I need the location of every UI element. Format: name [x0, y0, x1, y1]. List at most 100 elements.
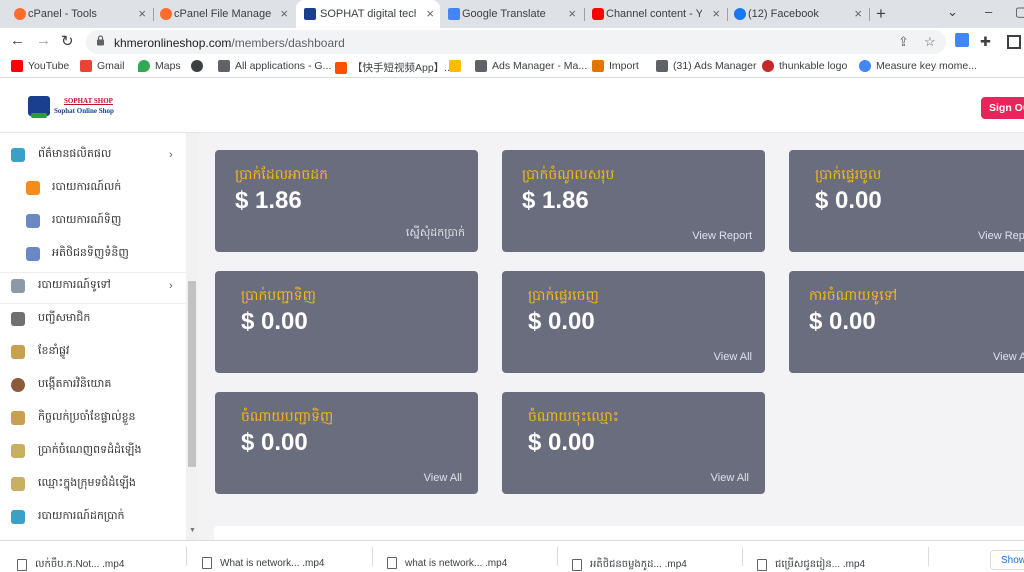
bookmark-import[interactable]: Import — [592, 60, 639, 72]
sidebar-item-label: របាយការណ៍ទូទៅ — [38, 278, 111, 291]
sidebar-item-investment[interactable]: បង្កើតការវិនិយោគ — [0, 368, 186, 401]
sidebar-scrollbar[interactable]: ▼ — [186, 133, 198, 540]
sidebar-item-purchase-report[interactable]: របាយការណ៍ទិញ — [0, 204, 186, 237]
site-logo[interactable]: SOPHAT SHOP Sophat Online Shop — [28, 96, 128, 118]
sidebar-item-monthly-sales[interactable]: កិច្ចលក់ប្រចាំខែផ្ទាល់ខ្លួន — [0, 401, 186, 434]
card-link[interactable]: View Report — [978, 230, 1024, 242]
card-title: ប្រាក់ដែលអាចដក — [235, 166, 329, 182]
general-report-icon — [11, 278, 25, 293]
tab-cpanel-tools[interactable]: cPanel - Tools × — [12, 0, 152, 28]
monthly-sales-icon — [11, 410, 25, 425]
show-all-downloads-button[interactable]: Show — [990, 550, 1024, 570]
close-tab-icon[interactable]: × — [568, 6, 576, 21]
tab-google-translate[interactable]: Google Translate × — [446, 0, 582, 28]
bookmark-globe[interactable] — [191, 60, 208, 72]
cpanel-icon — [160, 8, 172, 20]
download-item[interactable]: What is network... .mp4 — [202, 557, 324, 569]
bookmark-maps[interactable]: Maps — [138, 60, 181, 72]
bookmark-all-applications[interactable]: All applications - G... — [218, 60, 331, 72]
close-tab-icon[interactable]: × — [712, 6, 720, 21]
tab-sophat-digital[interactable]: SOPHAT digital techn × — [296, 0, 440, 28]
tab-separator — [727, 8, 728, 21]
sidebar-item-general-report[interactable]: របាយការណ៍ទូទៅ › — [0, 269, 186, 302]
google-icon — [859, 60, 871, 72]
sidebar-item-referral[interactable]: ខែនាំផ្លូវ — [0, 335, 186, 368]
product-info-icon — [11, 147, 25, 162]
sidebar-item-product-info[interactable]: ព័ត៌មានផលិតផល › — [0, 138, 186, 171]
tab-search-icon[interactable]: ⌄ — [947, 4, 958, 20]
sidebar-item-team[interactable]: ឈ្មោះក្នុងក្រុមទជំដំឡើង — [0, 467, 186, 500]
chevron-right-icon: › — [169, 279, 173, 292]
card-total-income: ប្រាក់ចំណូលសរុប $ 1.86 View Report — [502, 150, 765, 252]
team-icon — [11, 476, 25, 491]
page-icon — [475, 60, 487, 72]
back-arrow-icon[interactable]: ← — [10, 32, 25, 49]
card-link[interactable]: View Report — [692, 230, 752, 242]
side-panel-icon[interactable] — [1007, 35, 1021, 49]
download-item[interactable]: what is network... .mp4 — [387, 557, 507, 569]
sign-out-button[interactable]: Sign Out — [981, 97, 1024, 119]
close-tab-icon[interactable]: × — [280, 6, 288, 21]
share-icon[interactable]: ⇪ — [898, 34, 909, 50]
downloads-separator — [186, 547, 187, 566]
close-tab-icon[interactable]: × — [854, 6, 862, 21]
card-link[interactable]: View All — [993, 351, 1024, 363]
logo-mark-icon — [28, 96, 50, 118]
sidebar-item-sales-report[interactable]: របាយការណ៍លក់ — [0, 171, 186, 204]
bookmark-measure[interactable]: Measure key mome... — [859, 60, 977, 72]
bookmark-ads-manager-31[interactable]: (31) Ads Manager — [656, 60, 756, 72]
sidebar-item-label: ព័ត៌មានផលិតផល — [38, 147, 112, 160]
sidebar-item-member-list[interactable]: បញ្ជីសមាជិក — [0, 302, 186, 335]
chevron-right-icon: › — [169, 148, 173, 161]
navigation-bar: ← → ↻ khmeronlineshop.com/members/dashbo… — [0, 28, 1024, 56]
apps-icon — [218, 60, 230, 72]
sidebar: ព័ត៌មានផលិតផល › របាយការណ៍លក់ របាយការណ៍ទិ… — [0, 133, 198, 540]
bookmark-ads-manager[interactable]: Ads Manager - Ma... — [475, 60, 587, 72]
minimize-button[interactable]: – — [985, 4, 992, 19]
file-icon — [387, 557, 397, 569]
bookmark-kuaishou[interactable]: 【快手短视频App】... — [335, 60, 453, 75]
kuaishou-icon — [335, 61, 347, 74]
tab-facebook[interactable]: (12) Facebook × — [732, 0, 868, 28]
reload-icon[interactable]: ↻ — [61, 32, 74, 50]
maximize-button[interactable]: ▢ — [1015, 4, 1024, 20]
purchase-report-icon — [26, 213, 40, 228]
thunkable-icon — [762, 60, 774, 72]
bookmark-label: Ads Manager - Ma... — [492, 60, 588, 72]
youtube-icon — [592, 8, 604, 20]
card-link[interactable]: View All — [424, 472, 462, 484]
tab-cpanel-file-manager[interactable]: cPanel File Manager v × — [158, 0, 294, 28]
sidebar-item-label: បង្កើតការវិនិយោគ — [38, 377, 112, 390]
card-title: ការចំណាយទូទៅ — [809, 287, 898, 303]
bookmark-drive[interactable] — [449, 60, 466, 72]
card-link[interactable]: View All — [711, 472, 749, 484]
bookmark-label: 【快手短视频App】... — [352, 62, 453, 74]
next-section-panel — [214, 526, 1024, 540]
address-bar[interactable]: khmeronlineshop.com/members/dashboard ⇪ … — [86, 30, 946, 54]
bookmark-thunkable[interactable]: thunkable logo — [762, 60, 847, 72]
bookmark-gmail[interactable]: Gmail — [80, 60, 124, 72]
close-tab-icon[interactable]: × — [138, 6, 146, 21]
scrollbar-thumb[interactable] — [188, 281, 196, 467]
tab-channel-content[interactable]: Channel content - You × — [590, 0, 726, 28]
card-value: $ 1.86 — [235, 187, 302, 214]
extensions-puzzle-icon[interactable]: ✚ — [980, 34, 991, 50]
sidebar-item-profit[interactable]: ប្រាក់ចំណេញពទដំដំឡើង — [0, 434, 186, 467]
bookmark-youtube[interactable]: YouTube — [11, 60, 69, 72]
bookmark-star-icon[interactable]: ☆ — [924, 34, 936, 50]
scroll-down-arrow-icon[interactable]: ▼ — [189, 527, 196, 534]
card-link[interactable]: ស្នើសុំដកប្រាក់ — [406, 226, 465, 242]
sidebar-item-customer-purchase[interactable]: អតិថិជនទិញទំនិញ — [0, 237, 186, 270]
downloads-separator — [557, 547, 558, 566]
downloads-separator — [742, 547, 743, 566]
close-tab-icon[interactable]: × — [426, 6, 434, 21]
page-content: SOPHAT SHOP Sophat Online Shop Sign Out … — [0, 78, 1024, 540]
withdraw-report-icon — [11, 509, 25, 524]
forward-arrow-icon[interactable]: → — [36, 32, 51, 49]
logo-line1: SOPHAT SHOP — [64, 97, 113, 105]
translate-extension-icon[interactable] — [955, 33, 969, 47]
sidebar-item-withdraw-report[interactable]: របាយការណ៍ដកប្រាក់ — [0, 500, 186, 533]
url-path: /members/dashboard — [231, 36, 345, 50]
card-link[interactable]: View All — [714, 351, 752, 363]
new-tab-button[interactable]: + — [876, 4, 886, 24]
